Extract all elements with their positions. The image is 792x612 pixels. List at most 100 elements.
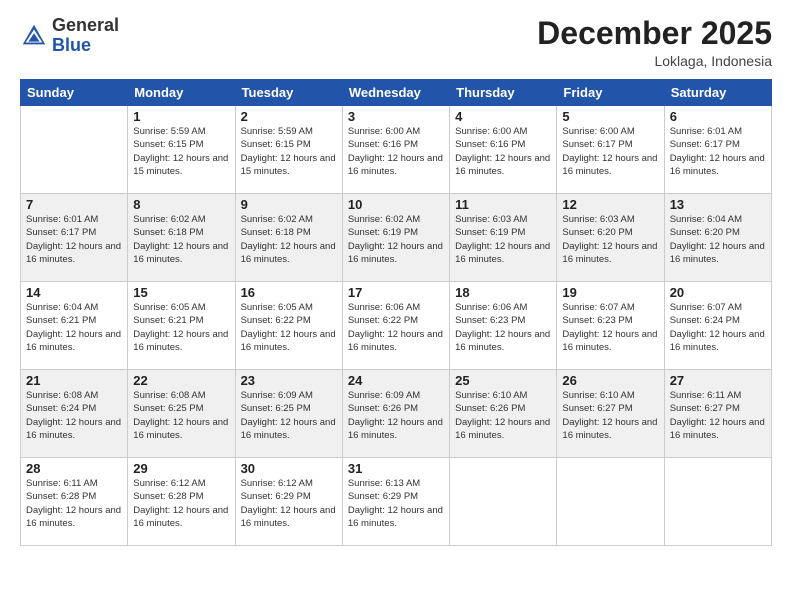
day-info: Sunrise: 6:03 AMSunset: 6:19 PMDaylight:… (455, 213, 551, 266)
day-number: 3 (348, 109, 444, 124)
weekday-header: Monday (128, 80, 235, 106)
day-number: 19 (562, 285, 658, 300)
day-info: Sunrise: 6:01 AMSunset: 6:17 PMDaylight:… (670, 125, 766, 178)
day-number: 28 (26, 461, 122, 476)
calendar-week-row: 14Sunrise: 6:04 AMSunset: 6:21 PMDayligh… (21, 282, 772, 370)
calendar-cell: 24Sunrise: 6:09 AMSunset: 6:26 PMDayligh… (342, 370, 449, 458)
day-info: Sunrise: 6:02 AMSunset: 6:19 PMDaylight:… (348, 213, 444, 266)
calendar-cell: 23Sunrise: 6:09 AMSunset: 6:25 PMDayligh… (235, 370, 342, 458)
logo-general-text: General (52, 15, 119, 35)
title-block: December 2025 Loklaga, Indonesia (537, 16, 772, 69)
day-info: Sunrise: 6:02 AMSunset: 6:18 PMDaylight:… (241, 213, 337, 266)
calendar-cell: 28Sunrise: 6:11 AMSunset: 6:28 PMDayligh… (21, 458, 128, 546)
calendar-cell: 3Sunrise: 6:00 AMSunset: 6:16 PMDaylight… (342, 106, 449, 194)
day-number: 20 (670, 285, 766, 300)
calendar-cell: 9Sunrise: 6:02 AMSunset: 6:18 PMDaylight… (235, 194, 342, 282)
location: Loklaga, Indonesia (537, 53, 772, 69)
day-number: 2 (241, 109, 337, 124)
calendar-cell: 2Sunrise: 5:59 AMSunset: 6:15 PMDaylight… (235, 106, 342, 194)
calendar-week-row: 21Sunrise: 6:08 AMSunset: 6:24 PMDayligh… (21, 370, 772, 458)
calendar-cell: 18Sunrise: 6:06 AMSunset: 6:23 PMDayligh… (450, 282, 557, 370)
day-info: Sunrise: 6:06 AMSunset: 6:23 PMDaylight:… (455, 301, 551, 354)
calendar-cell: 29Sunrise: 6:12 AMSunset: 6:28 PMDayligh… (128, 458, 235, 546)
calendar-cell: 5Sunrise: 6:00 AMSunset: 6:17 PMDaylight… (557, 106, 664, 194)
calendar-cell: 13Sunrise: 6:04 AMSunset: 6:20 PMDayligh… (664, 194, 771, 282)
calendar-table: SundayMondayTuesdayWednesdayThursdayFrid… (20, 79, 772, 546)
day-number: 6 (670, 109, 766, 124)
day-info: Sunrise: 6:01 AMSunset: 6:17 PMDaylight:… (26, 213, 122, 266)
logo-blue-text: Blue (52, 35, 91, 55)
day-info: Sunrise: 6:09 AMSunset: 6:25 PMDaylight:… (241, 389, 337, 442)
logo-icon (20, 22, 48, 50)
calendar-cell: 15Sunrise: 6:05 AMSunset: 6:21 PMDayligh… (128, 282, 235, 370)
day-info: Sunrise: 5:59 AMSunset: 6:15 PMDaylight:… (133, 125, 229, 178)
weekday-header: Saturday (664, 80, 771, 106)
weekday-header: Thursday (450, 80, 557, 106)
day-number: 17 (348, 285, 444, 300)
day-number: 12 (562, 197, 658, 212)
calendar-cell: 8Sunrise: 6:02 AMSunset: 6:18 PMDaylight… (128, 194, 235, 282)
calendar-cell: 11Sunrise: 6:03 AMSunset: 6:19 PMDayligh… (450, 194, 557, 282)
calendar-cell: 12Sunrise: 6:03 AMSunset: 6:20 PMDayligh… (557, 194, 664, 282)
calendar-cell: 25Sunrise: 6:10 AMSunset: 6:26 PMDayligh… (450, 370, 557, 458)
day-info: Sunrise: 6:07 AMSunset: 6:23 PMDaylight:… (562, 301, 658, 354)
day-info: Sunrise: 6:00 AMSunset: 6:16 PMDaylight:… (348, 125, 444, 178)
calendar-cell: 4Sunrise: 6:00 AMSunset: 6:16 PMDaylight… (450, 106, 557, 194)
calendar-cell: 10Sunrise: 6:02 AMSunset: 6:19 PMDayligh… (342, 194, 449, 282)
day-number: 23 (241, 373, 337, 388)
day-info: Sunrise: 6:00 AMSunset: 6:16 PMDaylight:… (455, 125, 551, 178)
day-info: Sunrise: 6:05 AMSunset: 6:21 PMDaylight:… (133, 301, 229, 354)
calendar-cell (450, 458, 557, 546)
day-number: 25 (455, 373, 551, 388)
day-number: 21 (26, 373, 122, 388)
calendar-cell: 19Sunrise: 6:07 AMSunset: 6:23 PMDayligh… (557, 282, 664, 370)
day-number: 29 (133, 461, 229, 476)
calendar-cell: 14Sunrise: 6:04 AMSunset: 6:21 PMDayligh… (21, 282, 128, 370)
calendar-cell: 6Sunrise: 6:01 AMSunset: 6:17 PMDaylight… (664, 106, 771, 194)
day-info: Sunrise: 6:12 AMSunset: 6:28 PMDaylight:… (133, 477, 229, 530)
month-title: December 2025 (537, 16, 772, 51)
day-info: Sunrise: 6:06 AMSunset: 6:22 PMDaylight:… (348, 301, 444, 354)
day-info: Sunrise: 6:12 AMSunset: 6:29 PMDaylight:… (241, 477, 337, 530)
day-info: Sunrise: 6:04 AMSunset: 6:20 PMDaylight:… (670, 213, 766, 266)
day-number: 7 (26, 197, 122, 212)
calendar-cell: 1Sunrise: 5:59 AMSunset: 6:15 PMDaylight… (128, 106, 235, 194)
day-number: 1 (133, 109, 229, 124)
day-number: 5 (562, 109, 658, 124)
calendar-cell (21, 106, 128, 194)
calendar-cell: 26Sunrise: 6:10 AMSunset: 6:27 PMDayligh… (557, 370, 664, 458)
header: General Blue December 2025 Loklaga, Indo… (20, 16, 772, 69)
day-info: Sunrise: 6:08 AMSunset: 6:24 PMDaylight:… (26, 389, 122, 442)
calendar-cell: 17Sunrise: 6:06 AMSunset: 6:22 PMDayligh… (342, 282, 449, 370)
calendar-cell: 30Sunrise: 6:12 AMSunset: 6:29 PMDayligh… (235, 458, 342, 546)
calendar-header-row: SundayMondayTuesdayWednesdayThursdayFrid… (21, 80, 772, 106)
logo: General Blue (20, 16, 119, 56)
day-number: 15 (133, 285, 229, 300)
day-number: 13 (670, 197, 766, 212)
calendar-cell (557, 458, 664, 546)
day-number: 10 (348, 197, 444, 212)
day-number: 4 (455, 109, 551, 124)
day-info: Sunrise: 6:05 AMSunset: 6:22 PMDaylight:… (241, 301, 337, 354)
calendar-cell: 20Sunrise: 6:07 AMSunset: 6:24 PMDayligh… (664, 282, 771, 370)
day-number: 16 (241, 285, 337, 300)
day-info: Sunrise: 6:04 AMSunset: 6:21 PMDaylight:… (26, 301, 122, 354)
day-info: Sunrise: 6:00 AMSunset: 6:17 PMDaylight:… (562, 125, 658, 178)
calendar-cell (664, 458, 771, 546)
day-number: 26 (562, 373, 658, 388)
calendar-cell: 16Sunrise: 6:05 AMSunset: 6:22 PMDayligh… (235, 282, 342, 370)
weekday-header: Tuesday (235, 80, 342, 106)
weekday-header: Sunday (21, 80, 128, 106)
day-info: Sunrise: 6:10 AMSunset: 6:26 PMDaylight:… (455, 389, 551, 442)
calendar-cell: 21Sunrise: 6:08 AMSunset: 6:24 PMDayligh… (21, 370, 128, 458)
day-info: Sunrise: 6:13 AMSunset: 6:29 PMDaylight:… (348, 477, 444, 530)
day-info: Sunrise: 5:59 AMSunset: 6:15 PMDaylight:… (241, 125, 337, 178)
day-info: Sunrise: 6:09 AMSunset: 6:26 PMDaylight:… (348, 389, 444, 442)
day-number: 11 (455, 197, 551, 212)
day-number: 27 (670, 373, 766, 388)
day-number: 18 (455, 285, 551, 300)
calendar-week-row: 1Sunrise: 5:59 AMSunset: 6:15 PMDaylight… (21, 106, 772, 194)
day-info: Sunrise: 6:08 AMSunset: 6:25 PMDaylight:… (133, 389, 229, 442)
day-number: 14 (26, 285, 122, 300)
calendar-cell: 27Sunrise: 6:11 AMSunset: 6:27 PMDayligh… (664, 370, 771, 458)
